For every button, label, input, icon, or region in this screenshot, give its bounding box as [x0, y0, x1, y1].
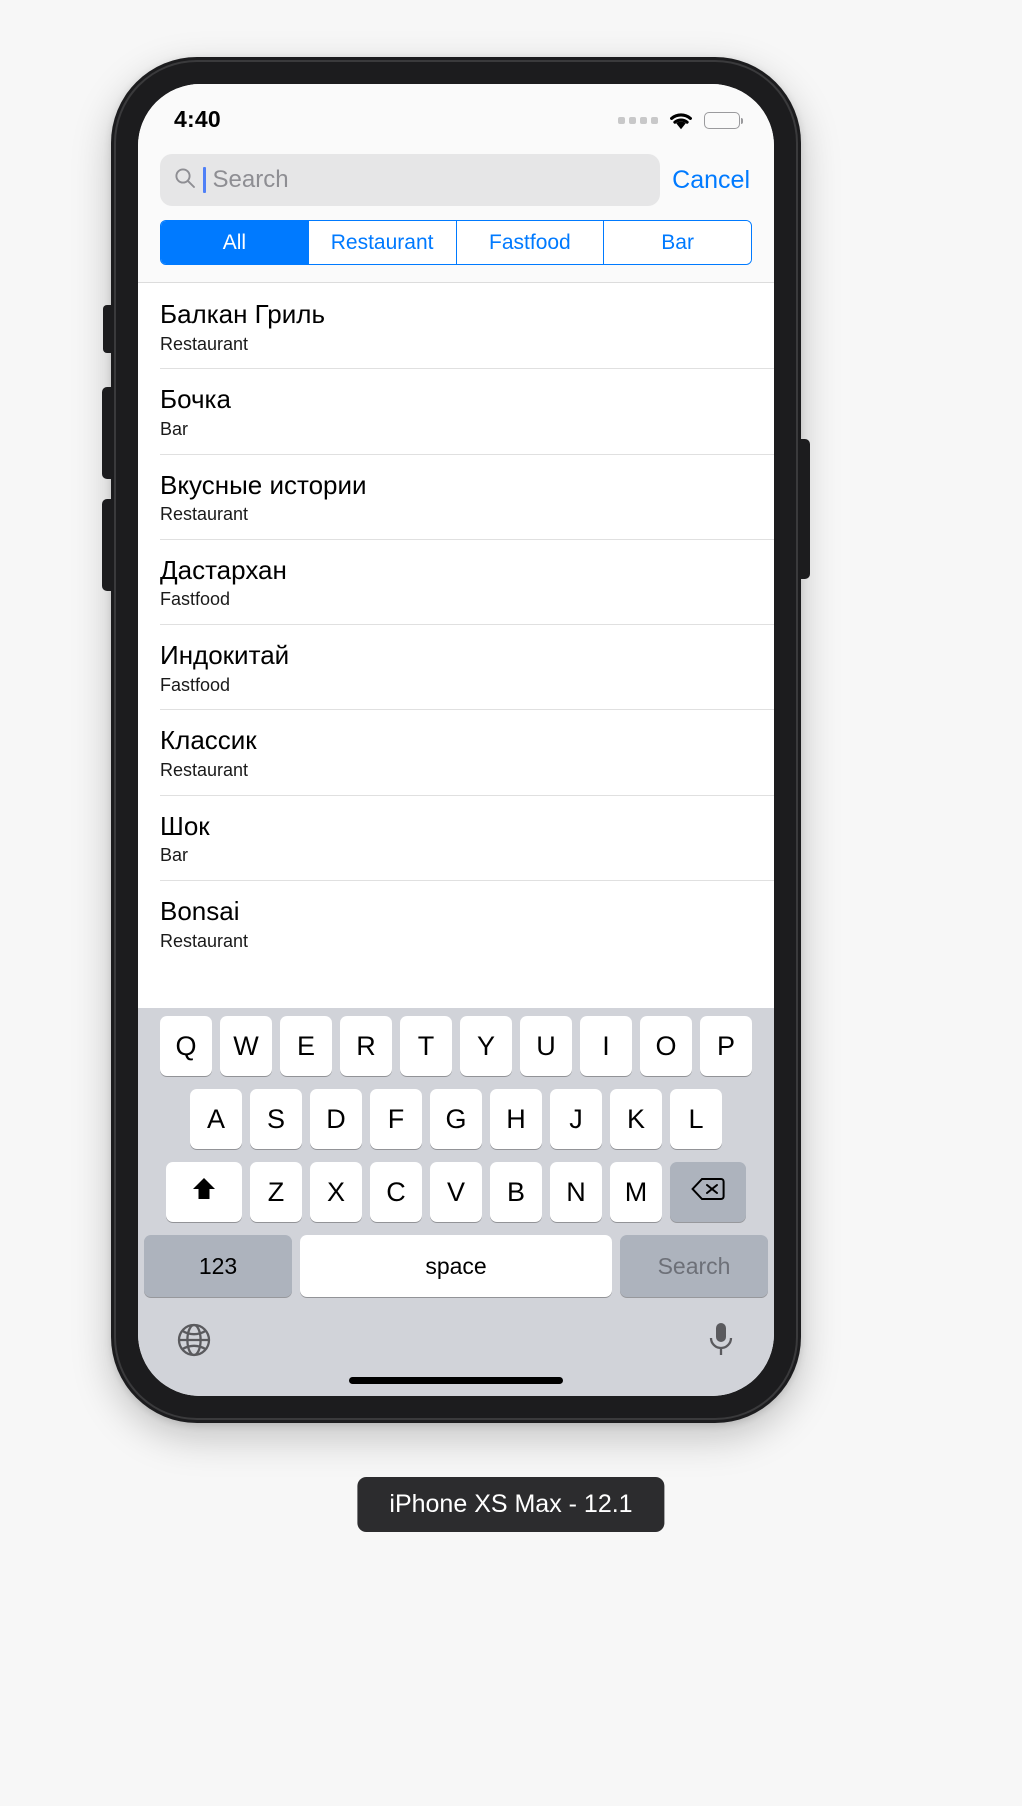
keyboard-row-bottom: 123 space Search [138, 1235, 774, 1297]
segment-all[interactable]: All [161, 221, 309, 264]
segmented-control-wrap: All Restaurant Fastfood Bar [138, 220, 774, 282]
key-q[interactable]: Q [160, 1016, 212, 1076]
list-item-subtitle: Restaurant [160, 504, 249, 525]
search-input[interactable]: Search [160, 154, 661, 206]
key-m[interactable]: M [610, 1162, 662, 1222]
return-search-key[interactable]: Search [620, 1235, 768, 1297]
list-item[interactable]: Дастархан Fastfood [138, 538, 774, 624]
key-a[interactable]: A [190, 1089, 242, 1149]
key-i[interactable]: I [580, 1016, 632, 1076]
backspace-icon [691, 1176, 725, 1209]
keyboard-row-3: Z X C V B N M [138, 1162, 774, 1222]
battery-icon [704, 112, 740, 129]
key-e[interactable]: E [280, 1016, 332, 1076]
key-t[interactable]: T [400, 1016, 452, 1076]
space-key[interactable]: space [300, 1235, 612, 1297]
key-o[interactable]: O [640, 1016, 692, 1076]
keyboard-row-1: Q W E R T Y U I O P [138, 1016, 774, 1076]
list-item-subtitle: Fastfood [160, 589, 231, 610]
key-b[interactable]: B [490, 1162, 542, 1222]
status-indicators [618, 104, 740, 131]
key-j[interactable]: J [550, 1089, 602, 1149]
list-item-title: Классик [160, 725, 257, 756]
list-item-subtitle: Restaurant [160, 333, 249, 354]
device-label: iPhone XS Max - 12.1 [357, 1477, 665, 1532]
list-item[interactable]: Вкусные истории Restaurant [138, 453, 774, 539]
key-y[interactable]: Y [460, 1016, 512, 1076]
key-l[interactable]: L [670, 1089, 722, 1149]
volume-down-button[interactable] [102, 499, 112, 591]
search-placeholder: Search [212, 166, 289, 193]
device-frame: 4:40 Search Cancel All Restaurant Fastfo… [102, 57, 810, 1423]
cellular-dots-icon [618, 117, 658, 124]
search-icon [174, 167, 196, 194]
list-item-title: Бочка [160, 384, 231, 415]
key-p[interactable]: P [700, 1016, 752, 1076]
list-item[interactable]: Бочка Bar [138, 368, 774, 453]
results-list[interactable]: Балкан Гриль Restaurant Бочка Bar Вкусны… [138, 282, 774, 966]
segmented-control[interactable]: All Restaurant Fastfood Bar [160, 220, 752, 265]
list-item-title: Балкан Гриль [160, 299, 326, 329]
search-header: Search Cancel [138, 146, 774, 220]
key-r[interactable]: R [340, 1016, 392, 1076]
status-time: 4:40 [174, 106, 221, 132]
key-x[interactable]: X [310, 1162, 362, 1222]
list-item-subtitle: Restaurant [160, 760, 249, 780]
list-item-subtitle: Bar [160, 845, 189, 866]
keyboard-row-2: A S D F G H J K L [138, 1089, 774, 1149]
cancel-button[interactable]: Cancel [672, 166, 752, 195]
list-item-subtitle: Fastfood [160, 674, 231, 695]
key-c[interactable]: C [370, 1162, 422, 1222]
key-w[interactable]: W [220, 1016, 272, 1076]
segment-bar[interactable]: Bar [604, 221, 751, 264]
device-screen: 4:40 Search Cancel All Restaurant Fastfo… [138, 84, 774, 1396]
backspace-key[interactable] [670, 1162, 746, 1222]
key-f[interactable]: F [370, 1089, 422, 1149]
list-item-title: Индокитай [160, 640, 290, 671]
key-z[interactable]: Z [250, 1162, 302, 1222]
key-g[interactable]: G [430, 1089, 482, 1149]
status-bar: 4:40 [138, 84, 774, 146]
key-u[interactable]: U [520, 1016, 572, 1076]
globe-icon[interactable] [176, 1322, 212, 1363]
key-k[interactable]: K [610, 1089, 662, 1149]
silent-switch[interactable] [103, 305, 112, 353]
text-cursor [203, 167, 206, 193]
list-item[interactable]: Балкан Гриль Restaurant [138, 283, 774, 368]
list-item-title: Дастархан [160, 554, 287, 585]
list-item[interactable]: Классик Restaurant [138, 709, 774, 794]
key-n[interactable]: N [550, 1162, 602, 1222]
key-h[interactable]: H [490, 1089, 542, 1149]
wifi-icon [667, 110, 695, 131]
segment-fastfood[interactable]: Fastfood [456, 221, 605, 264]
on-screen-keyboard[interactable]: Q W E R T Y U I O P A S D F G H J K L Z … [138, 1008, 774, 1396]
key-v[interactable]: V [430, 1162, 482, 1222]
list-item-subtitle: Bar [160, 418, 189, 439]
shift-arrow-icon [189, 1175, 219, 1210]
key-s[interactable]: S [250, 1089, 302, 1149]
key-d[interactable]: D [310, 1089, 362, 1149]
list-item[interactable]: Bonsai Restaurant [138, 879, 774, 965]
list-item[interactable]: Индокитай Fastfood [138, 624, 774, 709]
list-item-title: Вкусные истории [160, 469, 367, 500]
list-item-title: Шок [160, 810, 210, 841]
list-item[interactable]: Шок Bar [138, 794, 774, 880]
list-item-title: Bonsai [160, 895, 240, 926]
numbers-key[interactable]: 123 [144, 1235, 292, 1297]
home-indicator[interactable] [349, 1377, 563, 1384]
microphone-icon[interactable] [706, 1321, 736, 1364]
volume-up-button[interactable] [102, 387, 112, 479]
segment-restaurant[interactable]: Restaurant [308, 221, 457, 264]
keyboard-footer [138, 1305, 774, 1371]
power-button[interactable] [800, 439, 810, 579]
list-item-subtitle: Restaurant [160, 930, 249, 951]
shift-key[interactable] [166, 1162, 242, 1222]
